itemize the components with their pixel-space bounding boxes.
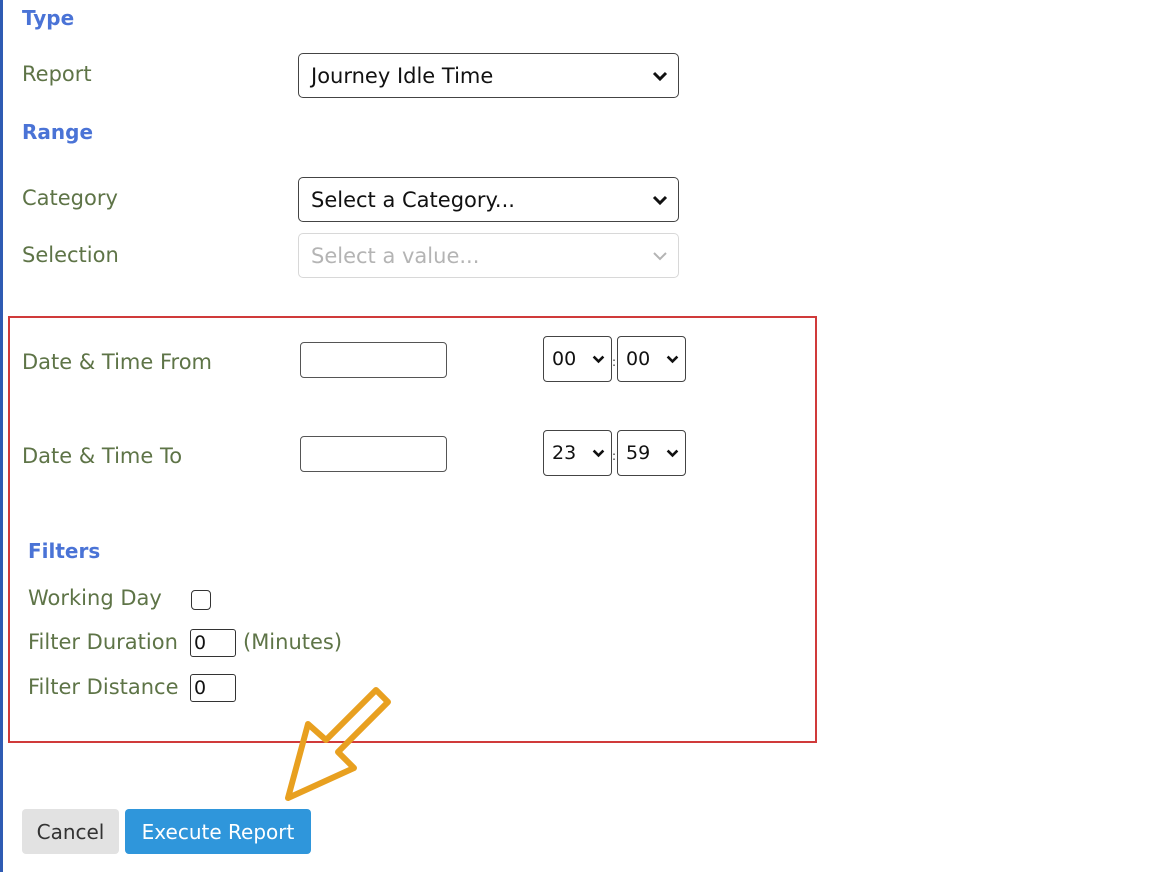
chevron-down-icon [653, 251, 667, 260]
chevron-down-icon [666, 449, 679, 458]
filter-duration-input[interactable]: 0 [190, 629, 236, 657]
from-hour-select[interactable]: 00 [543, 336, 612, 382]
chevron-down-icon [666, 355, 679, 364]
date-from-input[interactable] [300, 342, 447, 378]
from-time-separator: : [612, 355, 617, 369]
filter-duration-unit: (Minutes) [243, 630, 343, 654]
range-heading: Range [22, 120, 94, 144]
date-to-label: Date & Time To [22, 444, 183, 468]
chevron-down-icon [652, 195, 668, 205]
arrow-pointer-icon [285, 687, 391, 801]
from-minute-select[interactable]: 00 [617, 336, 686, 382]
chevron-down-icon [592, 449, 605, 458]
filter-duration-label: Filter Duration [28, 630, 178, 654]
to-hour-select[interactable]: 23 [543, 430, 612, 476]
cancel-button[interactable]: Cancel [22, 809, 119, 854]
working-day-label: Working Day [28, 586, 162, 610]
to-minute-value: 59 [626, 442, 651, 464]
left-border [0, 0, 3, 872]
filters-heading: Filters [28, 539, 101, 563]
execute-report-button[interactable]: Execute Report [125, 809, 311, 854]
report-select[interactable]: Journey Idle Time [298, 53, 679, 98]
type-heading: Type [22, 6, 75, 30]
report-label: Report [22, 62, 92, 86]
category-select-value: Select a Category... [311, 187, 515, 212]
to-hour-value: 23 [552, 442, 577, 464]
filter-distance-value: 0 [194, 677, 207, 699]
selection-select-placeholder: Select a value... [311, 243, 480, 268]
selection-label: Selection [22, 243, 119, 267]
chevron-down-icon [592, 355, 605, 364]
date-from-label: Date & Time From [22, 350, 213, 374]
chevron-down-icon [652, 71, 668, 81]
to-time-separator: : [612, 449, 617, 463]
report-select-value: Journey Idle Time [311, 63, 494, 88]
selection-select[interactable]: Select a value... [298, 233, 679, 278]
category-select[interactable]: Select a Category... [298, 177, 679, 222]
from-minute-value: 00 [626, 348, 651, 370]
from-hour-value: 00 [552, 348, 577, 370]
working-day-checkbox[interactable] [191, 590, 211, 610]
to-minute-select[interactable]: 59 [617, 430, 686, 476]
filter-distance-input[interactable]: 0 [190, 674, 236, 702]
date-to-input[interactable] [300, 436, 447, 472]
filter-distance-label: Filter Distance [28, 675, 179, 699]
category-label: Category [22, 186, 118, 210]
filter-duration-value: 0 [194, 632, 207, 654]
